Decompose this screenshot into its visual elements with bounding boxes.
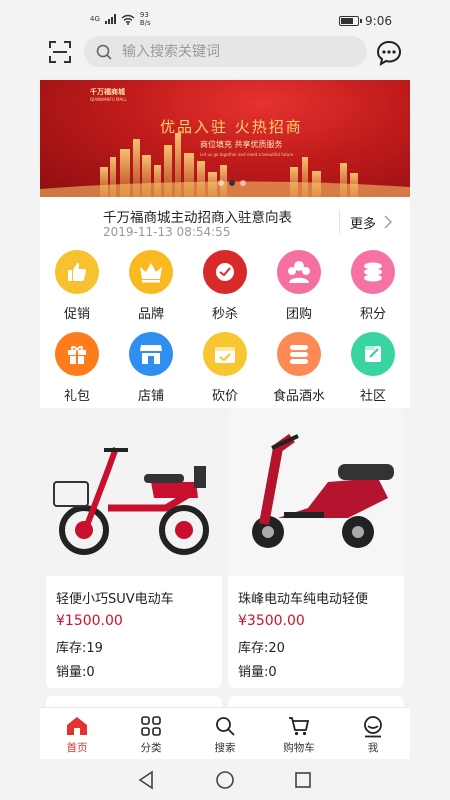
net-speed: 93 B/s: [140, 11, 151, 27]
product-image-ebike: [46, 408, 222, 576]
category-label: 积分: [359, 307, 386, 322]
product-card[interactable]: 轻便小巧SUV电动车 ¥1500.00 库存:19 销量:0: [46, 408, 222, 688]
tab-label: 分类: [140, 742, 162, 754]
tab-label: 首页: [66, 742, 88, 754]
status-bar: 4G 93 B/s 9:06: [0, 0, 450, 32]
more-button[interactable]: 更多: [339, 210, 393, 234]
search-bar[interactable]: [84, 36, 367, 67]
crown-icon: [129, 250, 173, 294]
product-stock: 库存:20: [238, 641, 285, 656]
product-stock: 库存:19: [56, 641, 103, 656]
banner-pagination: [218, 180, 246, 186]
category-food-drinks[interactable]: 食品酒水: [264, 332, 334, 404]
tab-label: 搜索: [214, 742, 236, 754]
message-icon[interactable]: [376, 40, 402, 66]
system-nav-bar: [0, 759, 450, 800]
status-left: 4G 93 B/s: [90, 11, 151, 27]
category-label: 社区: [359, 389, 386, 404]
bottom-tab-bar: 首页 分类 搜索 购物车 我: [40, 707, 410, 759]
user-icon: [364, 716, 382, 738]
category-bargain[interactable]: 砍价: [190, 332, 260, 404]
product-card-partial[interactable]: [46, 696, 222, 707]
category-flash-sale[interactable]: 秒杀: [190, 250, 260, 322]
notice-date: 2019-11-13 08:54:55: [103, 225, 231, 239]
pagination-dot[interactable]: [218, 180, 224, 186]
category-brand[interactable]: 品牌: [116, 250, 186, 322]
home-icon: [67, 717, 87, 735]
tab-home[interactable]: 首页: [40, 708, 114, 759]
pagination-dot-active[interactable]: [229, 180, 235, 186]
chevron-right-icon: [384, 215, 393, 229]
battery-icon: [339, 16, 363, 26]
banner-brand-sub: QIANWANFU MALL: [90, 97, 127, 102]
search-icon: [216, 717, 235, 736]
category-label: 团购: [285, 307, 312, 322]
back-icon[interactable]: [136, 769, 158, 791]
notice-title[interactable]: 千万福商城主动招商入驻意向表: [103, 206, 292, 226]
product-list: 轻便小巧SUV电动车 ¥1500.00 库存:19 销量:0 珠峰电动车纯电动轻…: [40, 408, 410, 707]
product-card-partial[interactable]: [228, 696, 404, 707]
community-icon: [351, 332, 395, 376]
category-label: 砍价: [211, 389, 238, 404]
recent-apps-icon[interactable]: [292, 769, 314, 791]
group-icon: [277, 250, 321, 294]
tab-category[interactable]: 分类: [114, 708, 188, 759]
shop-icon: [129, 332, 173, 376]
search-header: [40, 32, 410, 74]
category-label: 店铺: [137, 389, 164, 404]
category-label: 食品酒水: [272, 389, 325, 404]
tab-search[interactable]: 搜索: [188, 708, 262, 759]
product-image-scooter: [228, 408, 404, 576]
product-sales: 销量:0: [56, 665, 95, 680]
category-label: 促销: [63, 307, 90, 322]
product-price: ¥1500.00: [56, 613, 123, 629]
pagination-dot[interactable]: [240, 180, 246, 186]
category-label: 秒杀: [211, 307, 238, 322]
tab-label: 购物车: [283, 742, 315, 754]
food-icon: [277, 332, 321, 376]
clock-icon: [203, 250, 247, 294]
product-card[interactable]: 珠峰电动车纯电动轻便 ¥3500.00 库存:20 销量:0: [228, 408, 404, 688]
tab-label: 我: [367, 742, 379, 754]
signal-icon: [104, 14, 116, 24]
category-points[interactable]: 积分: [338, 250, 408, 322]
clock-time: 9:06: [365, 14, 392, 28]
notice-bar[interactable]: 千万福商城主动招商入驻意向表 2019-11-13 08:54:55 更多: [40, 197, 410, 243]
search-input[interactable]: [122, 43, 342, 60]
banner-brand: 千万福商城: [90, 88, 125, 96]
category-label: 礼包: [63, 389, 90, 404]
gift-icon: [55, 332, 99, 376]
more-label: 更多: [350, 216, 377, 232]
search-icon: [96, 44, 112, 60]
product-name[interactable]: 轻便小巧SUV电动车: [56, 588, 174, 607]
category-icon: [141, 716, 161, 736]
tab-me[interactable]: 我: [336, 708, 410, 759]
scan-icon[interactable]: [48, 40, 72, 64]
promo-banner[interactable]: 千万福商城 QIANWANFU MALL 优品入驻 火热招商 商位填充 共享优质…: [40, 80, 410, 197]
category-gift-pack[interactable]: 礼包: [42, 332, 112, 404]
product-sales: 销量:0: [238, 665, 277, 680]
category-promotion[interactable]: 促销: [42, 250, 112, 322]
city-skyline-image: [40, 133, 410, 197]
product-price: ¥3500.00: [238, 613, 305, 629]
category-shop[interactable]: 店铺: [116, 332, 186, 404]
category-community[interactable]: 社区: [338, 332, 408, 404]
thumbs-up-icon: [55, 250, 99, 294]
net-speed-value: 93: [139, 11, 149, 19]
category-label: 品牌: [137, 307, 164, 322]
cart-icon: [289, 717, 310, 736]
coins-icon: [351, 250, 395, 294]
net-speed-unit: B/s: [139, 19, 151, 27]
main-content: 千万福商城 QIANWANFU MALL 优品入驻 火热招商 商位填充 共享优质…: [40, 80, 410, 707]
home-circle-icon[interactable]: [214, 769, 236, 791]
calendar-icon: [203, 332, 247, 376]
tab-cart[interactable]: 购物车: [262, 708, 336, 759]
product-name[interactable]: 珠峰电动车纯电动轻便: [238, 588, 368, 607]
status-right: 9:06: [339, 14, 392, 28]
network-type: 4G: [90, 15, 100, 23]
wifi-icon: [121, 14, 135, 25]
category-group-buy[interactable]: 团购: [264, 250, 334, 322]
